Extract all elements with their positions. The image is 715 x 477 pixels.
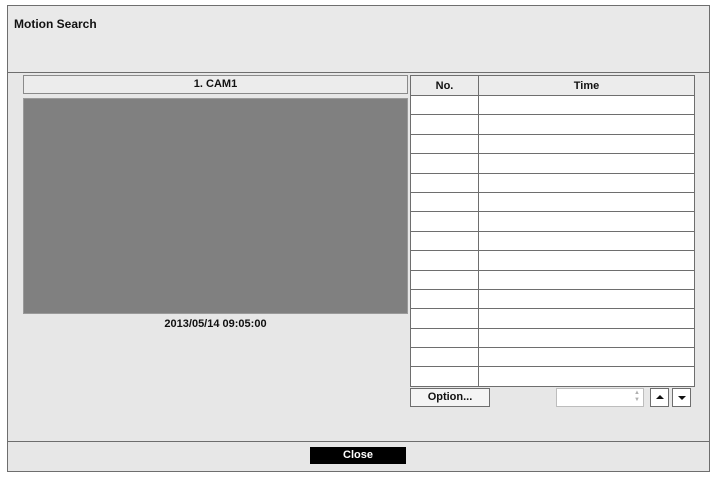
cell-no (410, 288, 479, 310)
scroll-up-button[interactable] (650, 388, 669, 407)
table-header-row: No. Time (410, 75, 695, 96)
cell-no (410, 211, 479, 232)
scroll-down-button[interactable] (672, 388, 691, 407)
cell-time (478, 211, 695, 232)
cell-no (410, 269, 479, 290)
cell-time (478, 366, 695, 387)
table-row[interactable] (410, 114, 695, 135)
cell-time (478, 94, 695, 116)
option-button[interactable]: Option... (410, 388, 490, 407)
cell-time (478, 327, 695, 349)
table-row[interactable] (410, 308, 695, 329)
cell-time (478, 172, 695, 193)
cell-time (478, 230, 695, 252)
cell-time (478, 191, 695, 213)
table-row[interactable] (410, 269, 695, 290)
table-row[interactable] (410, 230, 695, 252)
cell-no (410, 230, 479, 252)
cell-no (410, 114, 479, 135)
table-row[interactable] (410, 172, 695, 193)
table-row[interactable] (410, 94, 695, 116)
spinner-up-icon[interactable]: ▲ (633, 390, 641, 397)
spinner-arrows[interactable]: ▲ ▼ (633, 390, 641, 405)
table-row[interactable] (410, 153, 695, 174)
cell-no (410, 308, 479, 329)
camera-title: 1. CAM1 (23, 75, 408, 94)
cell-no (410, 153, 479, 174)
cell-time (478, 153, 695, 174)
video-timestamp: 2013/05/14 09:05:00 (164, 318, 267, 330)
cell-time (478, 308, 695, 329)
dialog-title: Motion Search (14, 17, 97, 31)
arrow-down-icon (678, 396, 686, 400)
table-row[interactable] (410, 288, 695, 310)
cell-time (478, 269, 695, 290)
cell-time (478, 288, 695, 310)
column-header-no: No. (410, 75, 479, 96)
cell-time (478, 114, 695, 135)
table-row[interactable] (410, 366, 695, 387)
table-row[interactable] (410, 211, 695, 232)
table-row[interactable] (410, 327, 695, 349)
page-spinner[interactable]: ▲ ▼ (556, 388, 644, 407)
column-header-time: Time (478, 75, 695, 96)
table-row[interactable] (410, 250, 695, 271)
cell-no (410, 94, 479, 116)
cell-no (410, 250, 479, 271)
cell-no (410, 347, 479, 368)
cell-time (478, 133, 695, 155)
arrow-up-icon (656, 395, 664, 399)
table-row[interactable] (410, 191, 695, 213)
cell-no (410, 327, 479, 349)
cell-no (410, 366, 479, 387)
title-bar: Motion Search (8, 6, 709, 73)
cell-no (410, 191, 479, 213)
spinner-down-icon[interactable]: ▼ (633, 397, 641, 404)
table-row[interactable] (410, 347, 695, 368)
cell-time (478, 347, 695, 368)
cell-time (478, 250, 695, 271)
event-table: No. Time (410, 75, 695, 387)
close-button[interactable]: Close (310, 447, 406, 464)
cell-no (410, 133, 479, 155)
cell-no (410, 172, 479, 193)
table-row[interactable] (410, 133, 695, 155)
footer-divider (8, 441, 709, 442)
video-preview[interactable] (23, 98, 408, 314)
